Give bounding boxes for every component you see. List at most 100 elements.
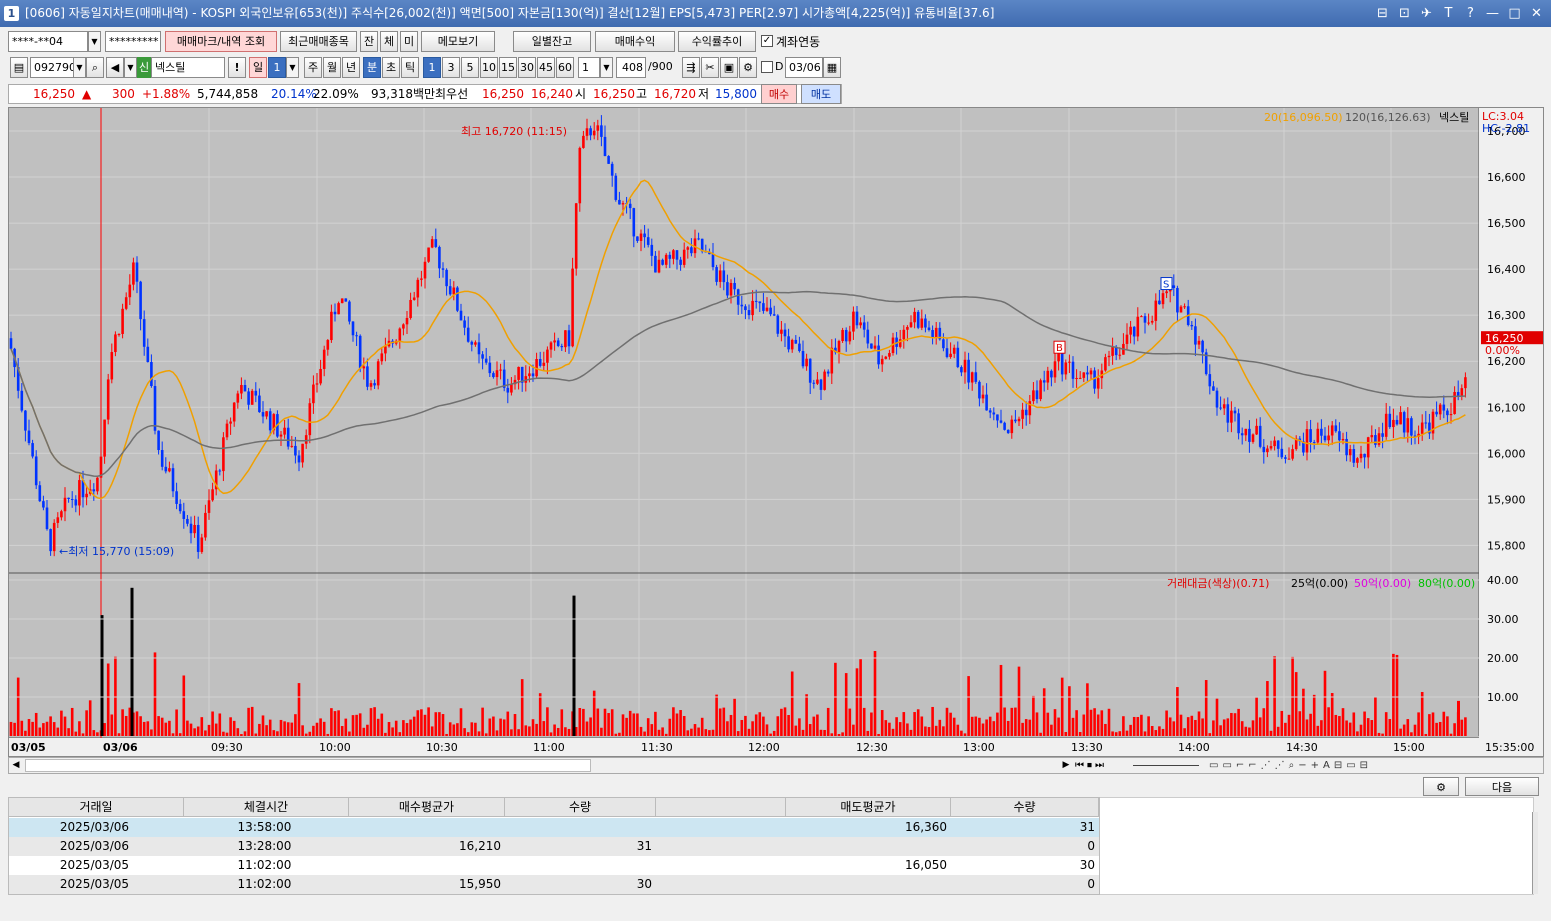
table-row[interactable]: 2025/03/05 11:02:00 15,950 30 0 xyxy=(9,875,1099,894)
close-button[interactable]: ✕ xyxy=(1530,0,1543,27)
interval-15[interactable]: 15 xyxy=(499,57,517,78)
price-chart-svg[interactable]: 16,70016,60016,50016,40016,30016,20016,1… xyxy=(9,108,1543,756)
chart-area[interactable]: 16,700 16,600 16,500 16,400 16,300 16,200 16,1… xyxy=(8,107,1544,757)
scroll-right-icon[interactable]: ▶ xyxy=(1059,758,1073,773)
code-dropdown-icon[interactable]: ▼ xyxy=(73,57,86,78)
zoom-slider[interactable] xyxy=(1133,765,1199,766)
candle-body xyxy=(906,326,909,330)
interval-30[interactable]: 30 xyxy=(518,57,536,78)
account-dropdown-icon[interactable]: ▼ xyxy=(88,31,101,52)
daily-balance-button[interactable]: 일별잔고 xyxy=(513,31,591,52)
date-input[interactable]: 03/06 xyxy=(785,57,823,78)
volume-bar xyxy=(1215,698,1219,736)
date-checkbox[interactable] xyxy=(761,61,773,73)
volume-bar xyxy=(1165,710,1168,736)
table-scrollbar[interactable] xyxy=(1532,812,1538,894)
interval-60[interactable]: 60 xyxy=(556,57,574,78)
profit-trend-button[interactable]: 수익률추이 xyxy=(678,31,756,52)
account-input[interactable]: ****-**04 xyxy=(8,31,88,52)
interval-3[interactable]: 3 xyxy=(442,57,460,78)
custom-interval-input[interactable]: 1 xyxy=(578,57,600,78)
stock-code-input[interactable]: 092790 xyxy=(30,57,74,78)
time-tick-label: 13:00 xyxy=(963,741,995,754)
table-row[interactable]: 2025/03/05 11:02:00 16,050 30 xyxy=(9,856,1099,875)
period-year-button[interactable]: 년 xyxy=(342,57,360,78)
tile-icon[interactable]: ⊟ xyxy=(1376,0,1389,27)
volume-bar xyxy=(1352,712,1356,736)
chart-tool-icon[interactable]: ⇶ xyxy=(682,57,700,78)
settings-gear-icon[interactable]: ⚙ xyxy=(739,57,757,78)
table-row[interactable]: 2025/03/06 13:58:00 16,360 31 xyxy=(9,818,1099,837)
volume-bar xyxy=(1068,686,1071,736)
scissors-icon[interactable]: ✂ xyxy=(701,57,719,78)
save-icon[interactable]: ▣ xyxy=(720,57,738,78)
stock-name-field[interactable]: 넥스틸 xyxy=(151,57,225,78)
period-dropdown-icon[interactable]: ▼ xyxy=(286,57,299,78)
recent-stocks-button[interactable]: 최근매매종목 xyxy=(280,31,357,52)
interval-45[interactable]: 45 xyxy=(537,57,555,78)
volume-bar xyxy=(657,729,661,736)
custom-interval-dropdown-icon[interactable]: ▼ xyxy=(600,57,613,78)
candle-body xyxy=(553,340,556,343)
maximize-button[interactable]: □ xyxy=(1508,0,1521,27)
candle-body xyxy=(243,385,247,392)
bar-count-input[interactable]: 408 xyxy=(616,57,646,78)
pin-icon[interactable]: ✈ xyxy=(1420,0,1433,27)
period-tick-button[interactable]: 틱 xyxy=(401,57,419,78)
speaker-icon[interactable]: ◀ xyxy=(106,57,124,78)
balance-button[interactable]: 잔 xyxy=(360,31,378,52)
unfilled-button[interactable]: 미 xyxy=(400,31,418,52)
candle-body xyxy=(1370,435,1374,438)
candle-body xyxy=(1420,422,1424,434)
volume-bar xyxy=(1330,693,1334,736)
table-settings-icon[interactable]: ⚙ xyxy=(1423,777,1459,796)
window-title: [0606] 자동일지차트(매매내역) - KOSPI 외국인보유[653(천)… xyxy=(25,6,995,20)
interval-1[interactable]: 1 xyxy=(423,57,441,78)
buy-button[interactable]: 매수 xyxy=(761,84,797,104)
scroll-left-icon[interactable]: ◀ xyxy=(9,758,23,773)
candle-body xyxy=(1244,428,1248,436)
candle-body xyxy=(452,287,456,295)
interval-10[interactable]: 10 xyxy=(480,57,498,78)
mark-query-button[interactable]: 매매마크/내역 조회 xyxy=(165,31,277,52)
stock-search-icon[interactable]: ▤ xyxy=(10,57,28,78)
sell-button[interactable]: 매도 xyxy=(801,84,841,104)
next-button[interactable]: 다음 xyxy=(1465,777,1539,796)
interval-5[interactable]: 5 xyxy=(461,57,479,78)
candle-body xyxy=(240,385,243,394)
period-minute-button[interactable]: 분 xyxy=(363,57,381,78)
chart-tools-icon[interactable]: ▭▭⌐⌐⋰⋰⌕−+A⊟▭⊟ xyxy=(1209,758,1372,773)
candle-body xyxy=(304,435,308,444)
search-icon[interactable]: ⌕ xyxy=(86,57,104,78)
period-month-button[interactable]: 월 xyxy=(323,57,341,78)
restore-link-icon[interactable]: ⊡ xyxy=(1398,0,1411,27)
filled-button[interactable]: 체 xyxy=(380,31,398,52)
chart-scrollbar[interactable]: ◀ ▶ ⏮⏹⏭ ▭▭⌐⌐⋰⋰⌕−+A⊟▭⊟ xyxy=(8,757,1544,774)
volume-bar xyxy=(322,721,326,736)
volume-bar xyxy=(1230,712,1233,736)
alert-button[interactable]: ! xyxy=(228,57,246,78)
candle-body xyxy=(1309,429,1312,443)
font-icon[interactable]: T xyxy=(1442,0,1455,27)
password-input[interactable]: ********* xyxy=(105,31,161,52)
table-row[interactable]: 2025/03/06 13:28:00 16,210 31 0 xyxy=(9,837,1099,856)
trade-profit-button[interactable]: 매매수익 xyxy=(595,31,675,52)
volume-bar xyxy=(358,713,362,736)
speaker-dropdown-icon[interactable]: ▼ xyxy=(124,57,137,78)
account-link-checkbox[interactable]: ✓ xyxy=(761,35,773,47)
calendar-icon[interactable]: ▦ xyxy=(823,57,841,78)
candle-body xyxy=(823,371,826,390)
candle-body xyxy=(279,434,283,437)
period-number[interactable]: 1 xyxy=(268,57,286,78)
table-cell: 2025/03/06 xyxy=(59,839,130,853)
memo-button[interactable]: 메모보기 xyxy=(421,31,495,52)
period-day-button[interactable]: 일 xyxy=(249,57,267,78)
playback-controls-icon[interactable]: ⏮⏹⏭ xyxy=(1075,758,1107,773)
period-second-button[interactable]: 초 xyxy=(382,57,400,78)
volume-bar xyxy=(1338,716,1341,736)
help-icon[interactable]: ? xyxy=(1464,0,1477,27)
volume-bar xyxy=(96,732,99,736)
scroll-thumb[interactable] xyxy=(25,759,591,772)
period-week-button[interactable]: 주 xyxy=(304,57,322,78)
minimize-button[interactable]: — xyxy=(1486,0,1499,27)
